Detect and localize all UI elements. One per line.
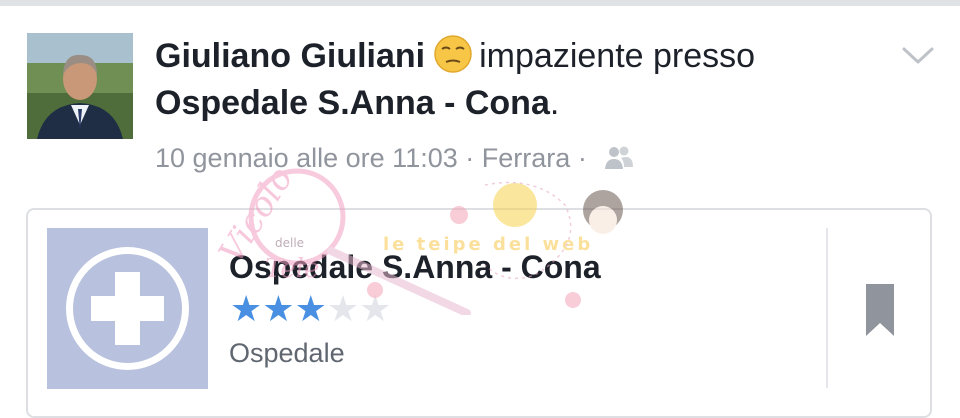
card-divider [826, 228, 828, 388]
top-bar [0, 0, 960, 6]
rating-stars: ★★★★★ [230, 291, 391, 327]
post-header-place: Ospedale S.Anna - Cona. [155, 83, 559, 123]
post-date[interactable]: 10 gennaio alle ore 11:03 [155, 143, 458, 173]
star-icon: ★ [262, 288, 295, 329]
place-title[interactable]: Ospedale S.Anna - Cona [229, 248, 601, 286]
star-icon: ★ [326, 288, 360, 329]
friends-icon[interactable] [604, 145, 634, 171]
meta-separator: · [577, 142, 587, 173]
place-category: Ospedale [229, 338, 345, 368]
unamused-face-icon [433, 34, 473, 74]
post-header: Giuliano Giuliani impaziente presso [155, 34, 755, 76]
chevron-down-icon[interactable] [900, 40, 936, 70]
place-suffix: . [549, 84, 560, 122]
star-icon: ★ [359, 288, 392, 329]
hospital-cross-icon[interactable] [47, 228, 208, 389]
post-meta: 10 gennaio alle ore 11:03 · Ferrara · [155, 139, 634, 175]
post-location[interactable]: Ferrara [482, 143, 571, 173]
meta-separator: · [465, 142, 475, 173]
author-name[interactable]: Giuliano Giuliani [155, 37, 425, 75]
feeling-text: impaziente presso [479, 37, 756, 75]
bookmark-icon[interactable] [864, 282, 896, 338]
star-icon: ★ [294, 288, 327, 329]
place-link[interactable]: Ospedale S.Anna - Cona [155, 84, 550, 122]
avatar[interactable] [27, 33, 133, 139]
star-icon: ★ [230, 288, 263, 329]
